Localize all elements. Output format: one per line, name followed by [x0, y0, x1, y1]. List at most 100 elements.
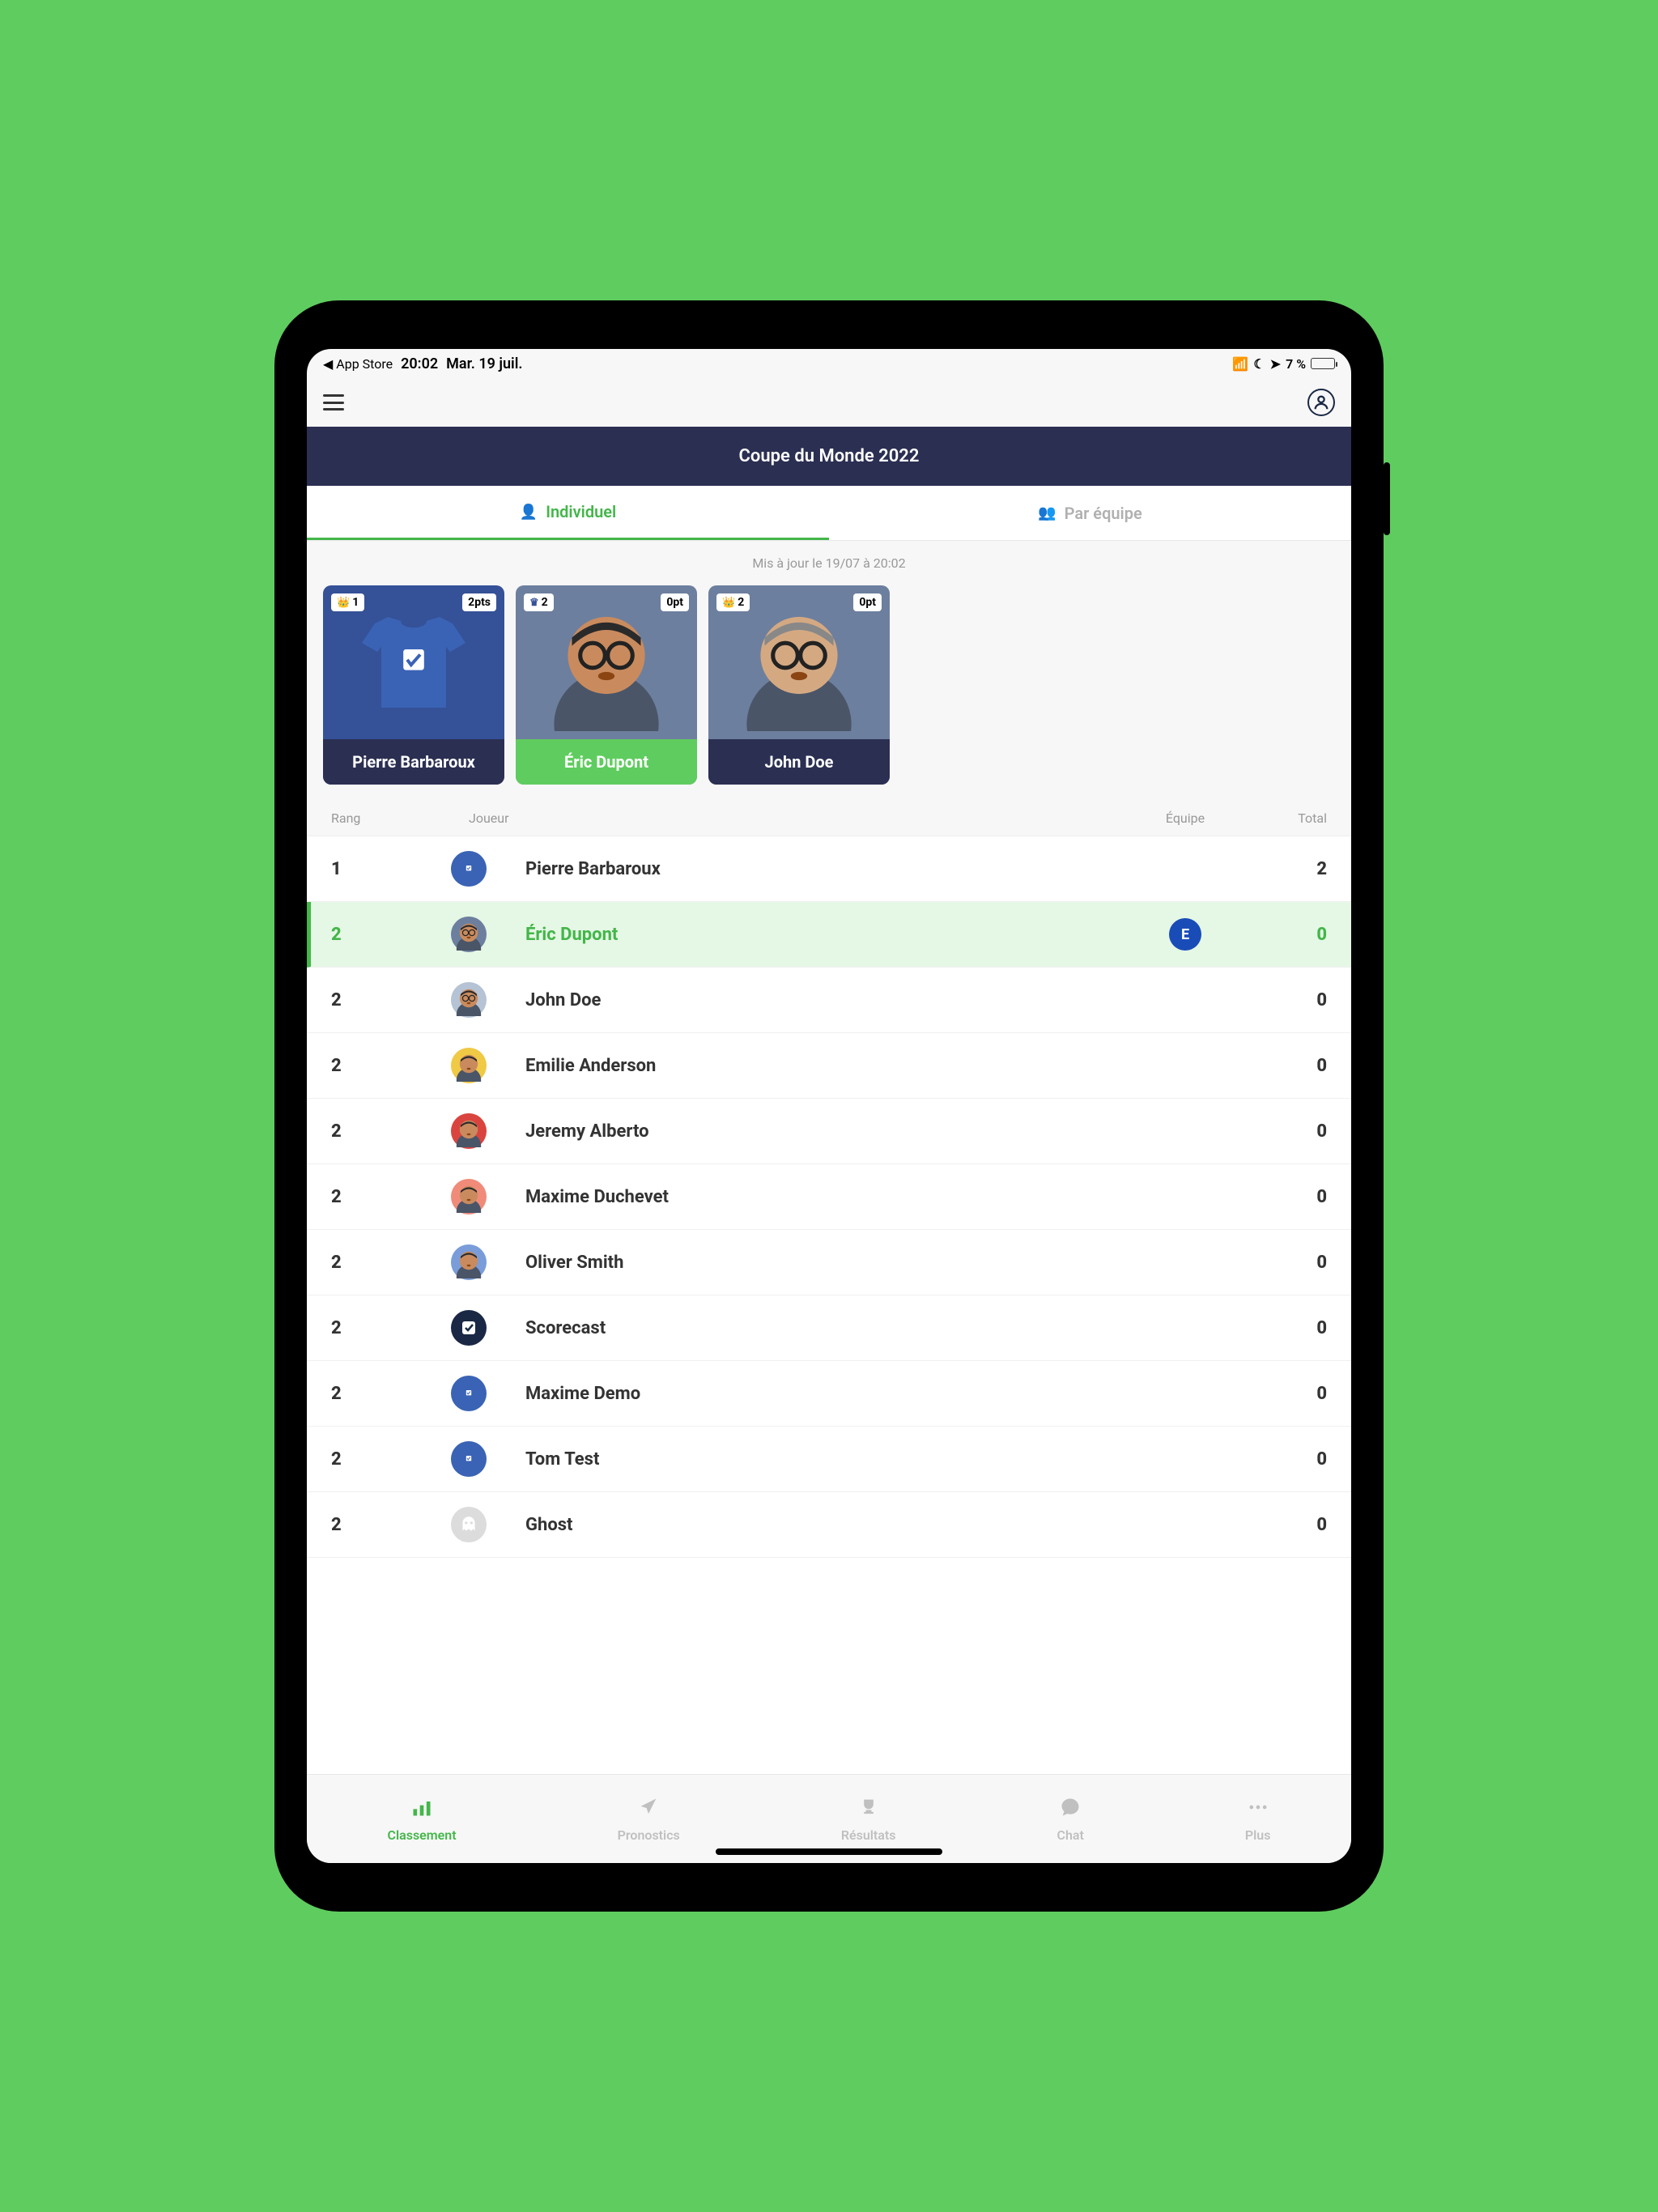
- row-player-name: Tom Test: [525, 1449, 1124, 1470]
- page-title: Coupe du Monde 2022: [307, 427, 1351, 486]
- points-badge: 0pt: [853, 593, 882, 611]
- people-icon: 👥: [1038, 504, 1056, 521]
- points-badge: 0pt: [661, 593, 689, 611]
- row-rank: 2: [331, 1187, 444, 1207]
- row-player-name: Scorecast: [525, 1318, 1124, 1338]
- battery-percent: 7 %: [1286, 356, 1306, 372]
- row-total: 0: [1246, 1253, 1327, 1273]
- tab-team[interactable]: 👥 Par équipe: [829, 486, 1351, 540]
- row-avatar: [444, 1179, 493, 1214]
- status-date: Mar. 19 juil.: [446, 355, 522, 372]
- ranking-row[interactable]: 1 Pierre Barbaroux 2: [307, 836, 1351, 902]
- row-rank: 2: [331, 1449, 444, 1470]
- row-rank: 2: [331, 1253, 444, 1273]
- ranking-row[interactable]: 2 Tom Test 0: [307, 1427, 1351, 1492]
- ranking-row[interactable]: 2 Scorecast 0: [307, 1295, 1351, 1361]
- ranking-list[interactable]: 1 Pierre Barbaroux 2 2 Éric Dupont E 0 2…: [307, 836, 1351, 1774]
- status-bar: ◀ App Store 20:02 Mar. 19 juil. 📶 ☾ ➤ 7 …: [307, 349, 1351, 378]
- row-total: 2: [1246, 859, 1327, 879]
- row-avatar: [444, 1113, 493, 1149]
- row-rank: 2: [331, 925, 444, 945]
- back-to-appstore[interactable]: ◀ App Store: [323, 356, 393, 372]
- ranking-row[interactable]: 2 Éric Dupont E 0: [307, 902, 1351, 968]
- podium-card-3[interactable]: 👑2 0pt John Doe: [708, 585, 890, 785]
- row-rank: 2: [331, 1384, 444, 1404]
- pronostics-icon: [637, 1796, 660, 1824]
- row-player-name: Ghost: [525, 1515, 1124, 1535]
- row-total: 0: [1246, 1384, 1327, 1404]
- tab-individual-label: Individuel: [546, 502, 616, 521]
- podium: 👑1 2pts Pierre Barbaroux ♛2 0pt Éric Dup…: [307, 585, 1351, 801]
- nav-classement-label: Classement: [388, 1827, 457, 1843]
- row-team: E: [1124, 918, 1246, 951]
- home-indicator[interactable]: [716, 1848, 942, 1855]
- profile-icon[interactable]: [1307, 389, 1335, 416]
- row-avatar: [444, 1310, 493, 1346]
- ranking-row[interactable]: 2 Maxime Duchevet 0: [307, 1164, 1351, 1230]
- last-updated-text: Mis à jour le 19/07 à 20:02: [307, 541, 1351, 585]
- row-player-name: Maxime Demo: [525, 1384, 1124, 1404]
- rank-badge: 👑1: [331, 593, 364, 611]
- ipad-device-frame: ◀ App Store 20:02 Mar. 19 juil. 📶 ☾ ➤ 7 …: [274, 300, 1384, 1912]
- nav-resultats-label: Résultats: [841, 1827, 896, 1843]
- moon-icon: ☾: [1253, 356, 1265, 372]
- row-player-name: Éric Dupont: [525, 925, 1124, 945]
- podium-card-2[interactable]: ♛2 0pt Éric Dupont: [516, 585, 697, 785]
- podium-avatar: ♛2 0pt: [516, 585, 697, 739]
- ranking-table-header: Rang Joueur Équipe Total: [307, 801, 1351, 836]
- podium-name: Éric Dupont: [516, 739, 697, 785]
- ranking-row[interactable]: 2 Emilie Anderson 0: [307, 1033, 1351, 1099]
- row-rank: 2: [331, 1056, 444, 1076]
- row-player-name: Oliver Smith: [525, 1253, 1124, 1273]
- status-right: 📶 ☾ ➤ 7 %: [1232, 356, 1335, 372]
- rank-badge: 👑2: [716, 593, 750, 611]
- podium-card-1[interactable]: 👑1 2pts Pierre Barbaroux: [323, 585, 504, 785]
- ranking-row[interactable]: 2 Jeremy Alberto 0: [307, 1099, 1351, 1164]
- rank-badge: ♛2: [524, 593, 554, 611]
- podium-name: Pierre Barbaroux: [323, 739, 504, 785]
- screen: ◀ App Store 20:02 Mar. 19 juil. 📶 ☾ ➤ 7 …: [307, 349, 1351, 1863]
- row-total: 0: [1246, 1121, 1327, 1142]
- row-rank: 2: [331, 1318, 444, 1338]
- header-rank: Rang: [331, 810, 444, 826]
- menu-icon[interactable]: [323, 394, 344, 410]
- nav-plus-label: Plus: [1245, 1827, 1271, 1843]
- nav-pronostics[interactable]: Pronostics: [618, 1796, 680, 1843]
- device-side-button: [1384, 462, 1390, 535]
- row-total: 0: [1246, 925, 1327, 945]
- ranking-row[interactable]: 2 Oliver Smith 0: [307, 1230, 1351, 1295]
- row-avatar: [444, 982, 493, 1018]
- nav-resultats[interactable]: Résultats: [841, 1796, 896, 1843]
- ranking-row[interactable]: 2 John Doe 0: [307, 968, 1351, 1033]
- row-total: 0: [1246, 1056, 1327, 1076]
- nav-chat[interactable]: Chat: [1056, 1796, 1083, 1843]
- podium-name: John Doe: [708, 739, 890, 785]
- tab-individual[interactable]: 👤 Individuel: [307, 486, 829, 540]
- row-total: 0: [1246, 1318, 1327, 1338]
- row-avatar: [444, 1376, 493, 1411]
- location-icon: ➤: [1270, 356, 1281, 372]
- points-badge: 2pts: [462, 593, 496, 611]
- row-total: 0: [1246, 990, 1327, 1010]
- nav-plus[interactable]: Plus: [1245, 1796, 1271, 1843]
- chat-icon: [1059, 1796, 1082, 1824]
- team-badge: E: [1169, 918, 1201, 951]
- row-rank: 2: [331, 1121, 444, 1142]
- row-player-name: Emilie Anderson: [525, 1056, 1124, 1076]
- row-total: 0: [1246, 1515, 1327, 1535]
- ranking-row[interactable]: 2 Maxime Demo 0: [307, 1361, 1351, 1427]
- row-rank: 2: [331, 1515, 444, 1535]
- nav-classement[interactable]: Classement: [388, 1796, 457, 1843]
- header-total: Total: [1246, 810, 1327, 826]
- row-total: 0: [1246, 1449, 1327, 1470]
- row-avatar: [444, 1441, 493, 1477]
- more-icon: [1247, 1796, 1269, 1824]
- row-rank: 1: [331, 859, 444, 879]
- status-time: 20:02: [401, 355, 438, 372]
- ranking-row[interactable]: 2 Ghost 0: [307, 1492, 1351, 1558]
- trophy-icon: [857, 1796, 880, 1824]
- ranking-icon: [410, 1796, 433, 1824]
- podium-avatar: 👑2 0pt: [708, 585, 890, 739]
- row-player-name: John Doe: [525, 990, 1124, 1010]
- battery-icon: [1311, 358, 1335, 369]
